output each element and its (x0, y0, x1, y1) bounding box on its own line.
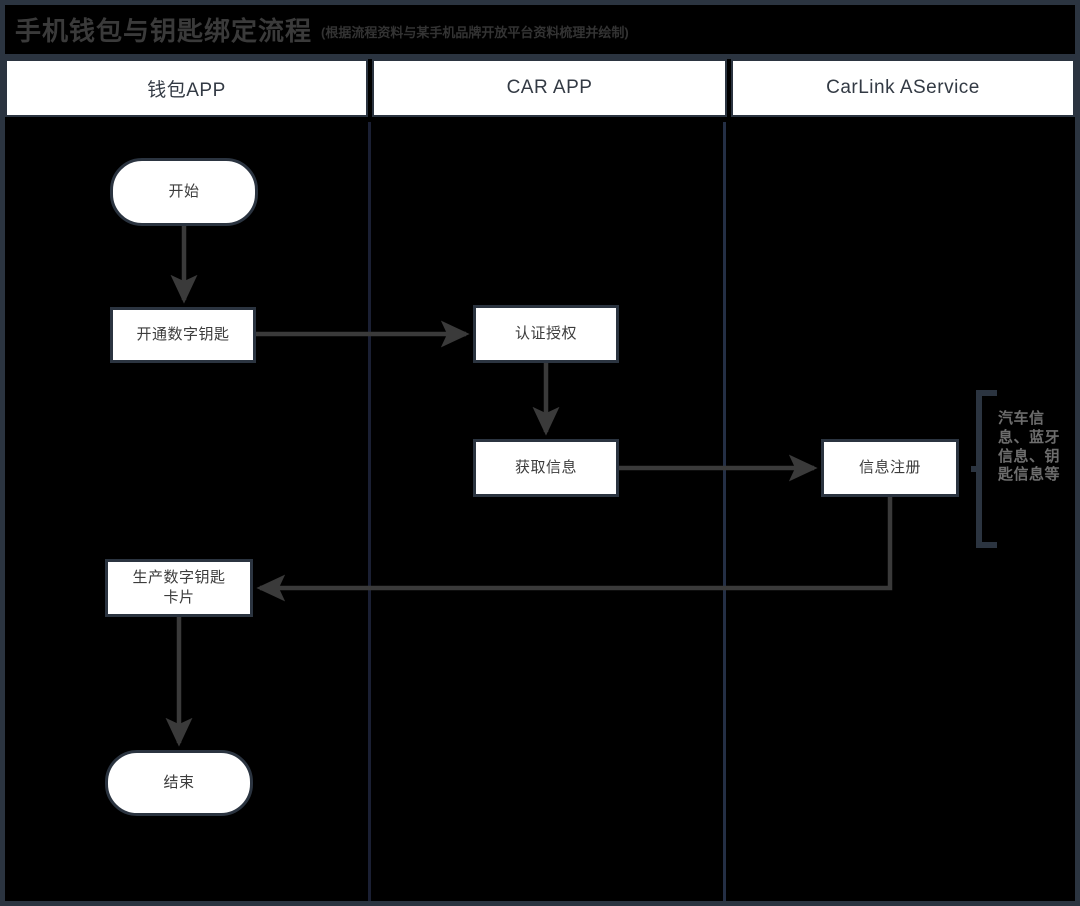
page-subtitle: (根据流程资料与某手机品牌开放平台资料梳理并绘制) (321, 25, 629, 40)
swimlane-body: 开始 开通数字钥匙 认证授权 获取信息 信息注册 生产数字钥匙 卡片 结束 汽车… (5, 122, 1075, 901)
swimlane-header-wallet-app: 钱包APP (5, 59, 368, 117)
swimlane-header-carlink-aservice: CarLink AService (731, 59, 1075, 117)
node-open-digital-key[interactable]: 开通数字钥匙 (110, 307, 256, 363)
node-produce-digital-key-card[interactable]: 生产数字钥匙 卡片 (105, 559, 253, 617)
swimlane-header-row: 钱包APP CAR APP CarLink AService (5, 59, 1075, 117)
node-information-registration[interactable]: 信息注册 (821, 439, 959, 497)
node-authentication-authorization[interactable]: 认证授权 (473, 305, 619, 363)
page-title: 手机钱包与钥匙绑定流程 (15, 16, 313, 46)
flowchart-figure: 手机钱包与钥匙绑定流程 (根据流程资料与某手机品牌开放平台资料梳理并绘制) 钱包… (0, 0, 1080, 906)
figure-title-bar: 手机钱包与钥匙绑定流程 (根据流程资料与某手机品牌开放平台资料梳理并绘制) (5, 5, 1075, 59)
connector-register-to-produce (256, 497, 893, 602)
node-start[interactable]: 开始 (110, 158, 258, 226)
node-fetch-information[interactable]: 获取信息 (473, 439, 619, 497)
annotation-label: 汽车信息、蓝牙信息、钥匙信息等 (998, 410, 1061, 484)
swimlane-header-car-app: CAR APP (372, 59, 727, 117)
node-end[interactable]: 结束 (105, 750, 253, 816)
annotation-bracket-icon (971, 390, 997, 548)
